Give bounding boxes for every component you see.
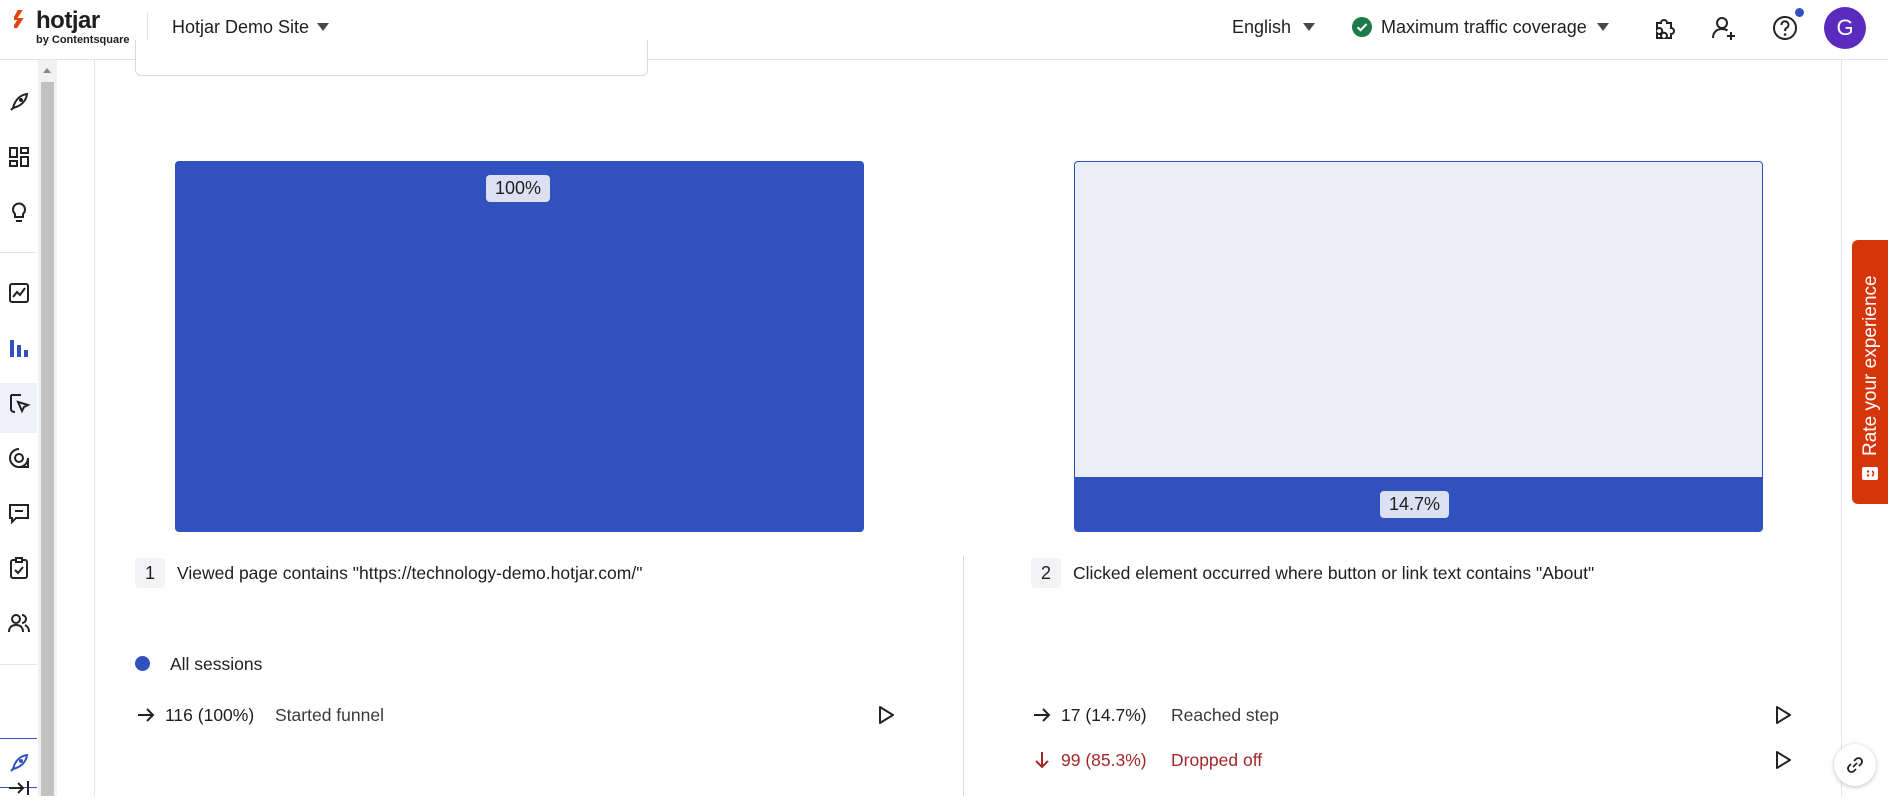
step-percent-badge: 100%: [486, 175, 551, 202]
step-label: Viewed page contains "https://technology…: [177, 563, 643, 583]
previous-card: [135, 40, 648, 76]
collapse-icon[interactable]: [6, 775, 32, 801]
avatar[interactable]: G: [1824, 7, 1866, 49]
traffic-coverage-selector[interactable]: Maximum traffic coverage: [1381, 17, 1587, 38]
hotjar-logo[interactable]: hotjar by Contentsquare: [14, 6, 134, 52]
play-icon[interactable]: [1770, 703, 1794, 727]
rate-experience-label: Rate your experience: [1860, 275, 1881, 456]
site-selector[interactable]: Hotjar Demo Site: [172, 17, 309, 38]
scroll-up-arrow-icon[interactable]: [43, 68, 51, 73]
play-icon[interactable]: [873, 703, 897, 727]
sidebar: [0, 60, 37, 796]
play-icon[interactable]: [1770, 748, 1794, 772]
funnel-bar-fill: 14.7%: [1075, 476, 1762, 531]
share-link-button[interactable]: [1834, 744, 1876, 786]
chevron-down-icon[interactable]: [1597, 23, 1609, 31]
step-divider: [963, 556, 964, 796]
content-border-right: [1841, 60, 1842, 796]
recordings-icon[interactable]: [6, 445, 32, 471]
scrollbar[interactable]: [38, 60, 57, 796]
lightbulb-icon[interactable]: [6, 199, 32, 225]
smiley-icon: [1862, 467, 1878, 480]
check-circle-icon: [1352, 17, 1372, 37]
integrations-icon[interactable]: [1649, 13, 1679, 43]
step-percent-badge: 14.7%: [1380, 490, 1450, 518]
legend-dot: [135, 656, 150, 671]
stat-value: 116 (100%): [165, 705, 255, 725]
sidebar-divider: [0, 664, 37, 665]
surveys-icon[interactable]: [6, 555, 32, 581]
step-label: Clicked element occurred where button or…: [1073, 563, 1595, 583]
funnels-icon[interactable]: [6, 335, 32, 361]
logo-subtitle: by Contentsquare: [36, 34, 130, 46]
rate-experience-tab[interactable]: Rate your experience: [1852, 240, 1888, 504]
legend-label: All sessions: [170, 654, 263, 674]
stat-value: 99 (85.3%): [1061, 750, 1147, 770]
sidebar-divider: [0, 252, 37, 253]
scrollbar-thumb[interactable]: [41, 82, 54, 796]
dashboard-icon[interactable]: [6, 144, 32, 170]
notification-dot: [1793, 6, 1806, 19]
stat-row-started: 116 (100%) Started funnel: [135, 703, 915, 729]
logo-text: hotjar: [36, 7, 100, 34]
link-icon: [1847, 757, 1863, 773]
trends-icon[interactable]: [6, 280, 32, 306]
feedback-icon[interactable]: [6, 500, 32, 526]
funnel-bar-step-2[interactable]: 14.7%: [1074, 161, 1763, 532]
stat-label: Reached step: [1171, 705, 1279, 725]
funnel-bar-step-1[interactable]: 100%: [175, 161, 864, 532]
hotjar-mark-icon: [14, 10, 24, 28]
arrow-right-icon: [1034, 708, 1051, 722]
chevron-down-icon[interactable]: [1303, 23, 1315, 31]
content-border-left: [94, 60, 95, 796]
rocket-icon[interactable]: [6, 89, 32, 115]
arrow-down-icon: [1035, 752, 1049, 769]
chevron-down-icon[interactable]: [317, 23, 329, 31]
stat-row-dropped: 99 (85.3%) Dropped off: [1031, 748, 1801, 774]
stat-label: Dropped off: [1171, 750, 1263, 770]
step-number: 2: [1031, 558, 1061, 588]
arrow-right-icon: [138, 708, 155, 722]
add-user-icon[interactable]: [1709, 13, 1739, 43]
language-selector[interactable]: English: [1232, 17, 1291, 38]
rocket-icon: [10, 753, 29, 772]
step-number: 1: [135, 558, 165, 588]
stat-label: Started funnel: [275, 705, 384, 725]
heatmaps-icon[interactable]: [6, 390, 32, 416]
stat-value: 17 (14.7%): [1061, 705, 1147, 725]
stat-row-reached: 17 (14.7%) Reached step: [1031, 703, 1801, 729]
interviews-icon[interactable]: [6, 610, 32, 636]
